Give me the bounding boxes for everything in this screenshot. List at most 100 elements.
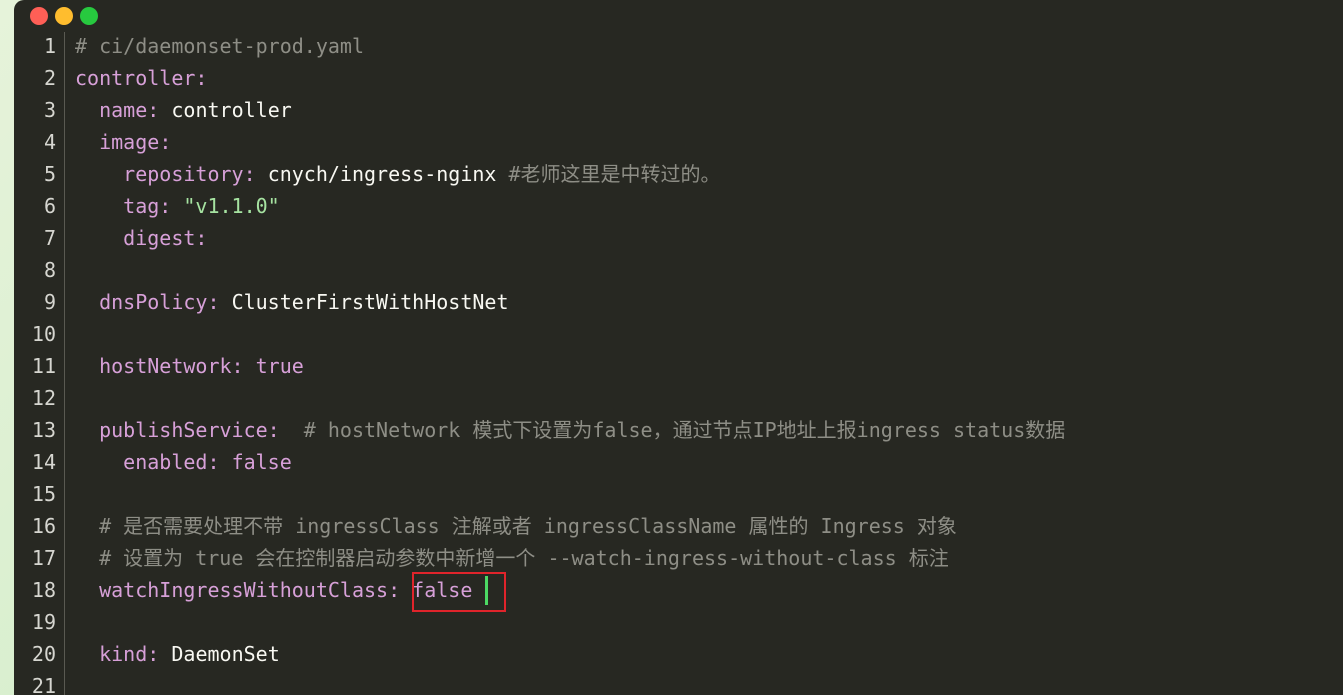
line-number: 17: [31, 546, 56, 570]
line-number: 15: [31, 482, 56, 506]
yaml-separator: :: [147, 98, 172, 122]
yaml-comment: #老师这里是中转过的。: [496, 162, 721, 186]
code-line[interactable]: 17 # 设置为 true 会在控制器启动参数中新增一个 --watch-ing…: [14, 542, 1343, 574]
code-line[interactable]: 2 controller:: [14, 62, 1343, 94]
yaml-value: DaemonSet: [171, 642, 280, 666]
yaml-value: cnych/ingress-nginx: [267, 162, 497, 186]
yaml-separator: :: [207, 450, 232, 474]
yaml-separator: :: [195, 66, 208, 90]
code-line[interactable]: 13 publishService: # hostNetwork 模式下设置为f…: [14, 414, 1343, 446]
line-number: 5: [43, 162, 56, 186]
yaml-key: repository: [123, 162, 244, 186]
yaml-comment: # ci/daemonset-prod.yaml: [75, 34, 364, 58]
yaml-separator: :: [243, 162, 268, 186]
minimize-button[interactable]: [55, 7, 73, 25]
line-content: enabled: false: [75, 446, 292, 478]
line-number: 11: [31, 354, 56, 378]
yaml-key: image: [99, 130, 160, 154]
line-number: 18: [31, 578, 56, 602]
yaml-key: publishService: [99, 418, 268, 442]
yaml-key: tag: [123, 194, 160, 218]
yaml-key: dnsPolicy: [99, 290, 208, 314]
code-line[interactable]: 6 tag: "v1.1.0": [14, 190, 1343, 222]
line-number: 9: [43, 290, 56, 314]
line-content: name: controller: [75, 94, 292, 126]
line-number: 21: [31, 674, 56, 695]
line-content: repository: cnych/ingress-nginx #老师这里是中转…: [75, 158, 721, 190]
line-number: 8: [43, 258, 56, 282]
line-content: tag: "v1.1.0": [75, 190, 280, 222]
titlebar: [14, 0, 1343, 32]
line-number: 14: [31, 450, 56, 474]
yaml-value: controller: [171, 98, 292, 122]
line-content: # 是否需要处理不带 ingressClass 注解或者 ingressClas…: [75, 510, 957, 542]
line-content: controller:: [75, 62, 207, 94]
line-number: 20: [31, 642, 56, 666]
code-line[interactable]: 12: [14, 382, 1343, 414]
code-line[interactable]: 20 kind: DaemonSet: [14, 638, 1343, 670]
yaml-comment: # hostNetwork 模式下设置为false，通过节点IP地址上报ingr…: [279, 418, 1066, 442]
line-number: 12: [31, 386, 56, 410]
yaml-separator: :: [195, 226, 208, 250]
code-line[interactable]: 16 # 是否需要处理不带 ingressClass 注解或者 ingressC…: [14, 510, 1343, 542]
code-line[interactable]: 7 digest:: [14, 222, 1343, 254]
line-number: 13: [31, 418, 56, 442]
yaml-comment: # 设置为 true 会在控制器启动参数中新增一个 --watch-ingres…: [99, 546, 949, 570]
line-number: 2: [43, 66, 56, 90]
editor-window: 1 # ci/daemonset-prod.yaml 2 controller: 3 n…: [14, 0, 1343, 695]
line-number: 4: [43, 130, 56, 154]
annotation-highlight-box: [412, 572, 506, 612]
yaml-value: true: [255, 354, 304, 378]
yaml-key: watchIngressWithoutClass: [99, 578, 389, 602]
yaml-separator: :: [159, 194, 184, 218]
yaml-separator: :: [388, 578, 413, 602]
line-number: 1: [43, 34, 56, 58]
yaml-key: hostNetwork: [99, 354, 232, 378]
line-content: # ci/daemonset-prod.yaml: [75, 30, 364, 62]
code-line[interactable]: 15: [14, 478, 1343, 510]
code-line[interactable]: 4 image:: [14, 126, 1343, 158]
yaml-key: digest: [123, 226, 196, 250]
code-line[interactable]: 9 dnsPolicy: ClusterFirstWithHostNet: [14, 286, 1343, 318]
code-line[interactable]: 1 # ci/daemonset-prod.yaml: [14, 30, 1343, 62]
yaml-separator: :: [159, 130, 172, 154]
line-number: 6: [43, 194, 56, 218]
yaml-value: ClusterFirstWithHostNet: [231, 290, 509, 314]
line-number: 7: [43, 226, 56, 250]
yaml-key: controller: [75, 66, 196, 90]
yaml-separator: :: [231, 354, 256, 378]
line-content: hostNetwork: true: [75, 350, 304, 382]
line-content: digest:: [75, 222, 207, 254]
code-line[interactable]: 10: [14, 318, 1343, 350]
yaml-key: name: [99, 98, 148, 122]
code-line[interactable]: 3 name: controller: [14, 94, 1343, 126]
line-content: kind: DaemonSet: [75, 638, 280, 670]
line-number: 10: [31, 322, 56, 346]
line-content: image:: [75, 126, 171, 158]
text-cursor: [485, 576, 488, 605]
line-number: 3: [43, 98, 56, 122]
yaml-value: "v1.1.0": [183, 194, 280, 218]
code-area[interactable]: 1 # ci/daemonset-prod.yaml 2 controller: 3 n…: [14, 30, 1343, 695]
code-line[interactable]: 21: [14, 670, 1343, 695]
line-content: # 设置为 true 会在控制器启动参数中新增一个 --watch-ingres…: [75, 542, 949, 574]
line-number: 16: [31, 514, 56, 538]
code-line[interactable]: 14 enabled: false: [14, 446, 1343, 478]
yaml-value: false: [231, 450, 292, 474]
code-line[interactable]: 5 repository: cnych/ingress-nginx #老师这里是…: [14, 158, 1343, 190]
yaml-key: enabled: [123, 450, 208, 474]
line-content: publishService: # hostNetwork 模式下设置为fals…: [75, 414, 1065, 446]
code-line[interactable]: 18 watchIngressWithoutClass: false: [14, 574, 1343, 606]
maximize-button[interactable]: [80, 7, 98, 25]
code-line[interactable]: 8: [14, 254, 1343, 286]
line-number: 19: [31, 610, 56, 634]
yaml-separator: :: [147, 642, 172, 666]
yaml-key: kind: [99, 642, 148, 666]
line-content: dnsPolicy: ClusterFirstWithHostNet: [75, 286, 509, 318]
yaml-comment: # 是否需要处理不带 ingressClass 注解或者 ingressClas…: [99, 514, 957, 538]
yaml-separator: :: [207, 290, 232, 314]
yaml-separator: :: [267, 418, 280, 442]
code-line[interactable]: 11 hostNetwork: true: [14, 350, 1343, 382]
code-line[interactable]: 19: [14, 606, 1343, 638]
close-button[interactable]: [30, 7, 48, 25]
